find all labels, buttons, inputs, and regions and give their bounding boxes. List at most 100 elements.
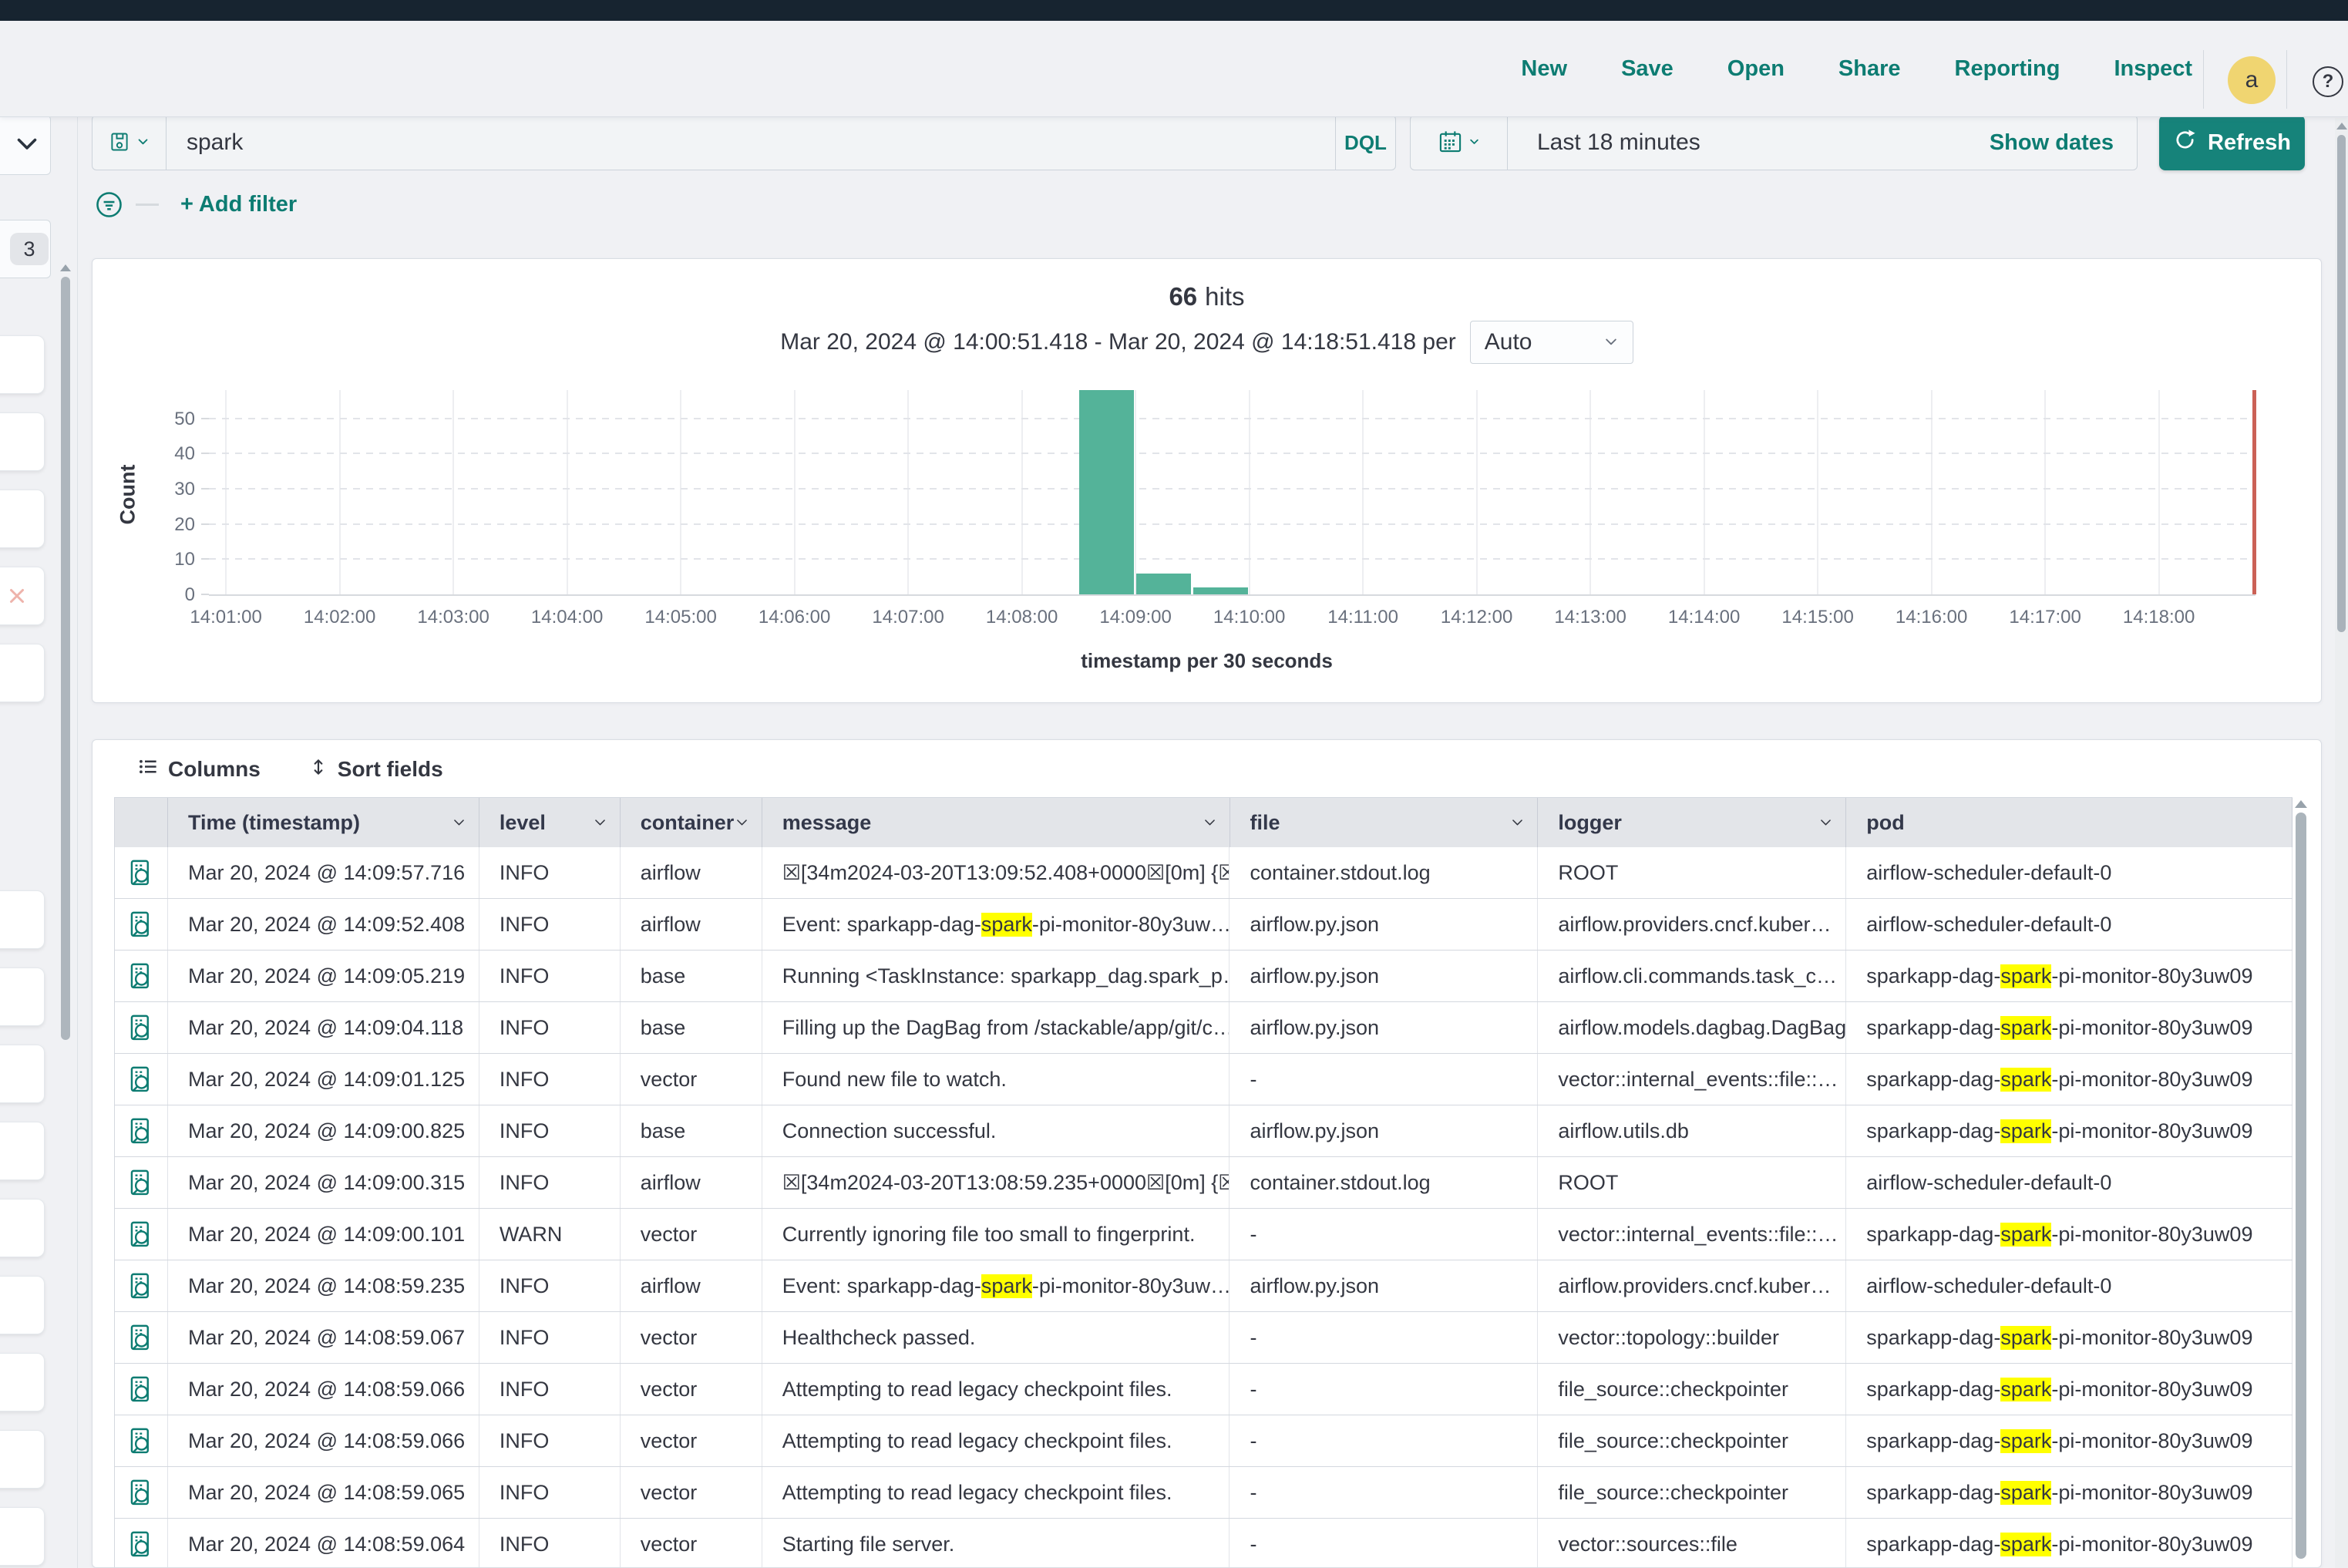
scroll-up-arrow-icon[interactable] bbox=[60, 264, 71, 271]
expand-row-icon[interactable] bbox=[126, 962, 155, 991]
expand-row-icon[interactable] bbox=[126, 1530, 155, 1559]
nav-save[interactable]: Save bbox=[1616, 56, 1678, 82]
field-card[interactable] bbox=[0, 1276, 45, 1334]
sidebar-collapse-button[interactable] bbox=[0, 116, 51, 175]
column-header-level[interactable]: level bbox=[479, 798, 621, 847]
expand-row-icon[interactable] bbox=[126, 1117, 155, 1146]
saved-query-menu-button[interactable] bbox=[93, 116, 167, 170]
cell-file: airflow.py.json bbox=[1230, 951, 1538, 1001]
cell-message: Event: sparkapp-dag-spark-pi-monitor-80y… bbox=[762, 1260, 1230, 1311]
field-card[interactable] bbox=[0, 967, 45, 1026]
expand-row-icon[interactable] bbox=[126, 1272, 155, 1300]
interval-select[interactable]: Auto bbox=[1470, 321, 1633, 364]
histogram-plot[interactable]: 14:01:0014:02:0014:03:0014:04:0014:05:00… bbox=[209, 390, 2255, 596]
field-card[interactable] bbox=[0, 1430, 45, 1489]
histogram-bar[interactable] bbox=[1193, 587, 1248, 594]
sidebar-scrollbar[interactable] bbox=[60, 264, 71, 1197]
expand-row-icon[interactable] bbox=[126, 910, 155, 939]
table-scrollbar[interactable] bbox=[2295, 800, 2307, 1563]
x-tick-label: 14:01:00 bbox=[172, 607, 280, 628]
x-gridline bbox=[1249, 390, 1250, 594]
refresh-button[interactable]: Refresh bbox=[2159, 115, 2305, 170]
nav-share[interactable]: Share bbox=[1834, 56, 1906, 82]
scrollbar-thumb[interactable] bbox=[61, 277, 70, 1040]
nav-open[interactable]: Open bbox=[1723, 56, 1789, 82]
nav-reporting[interactable]: Reporting bbox=[1950, 56, 2065, 82]
columns-button[interactable]: Columns bbox=[133, 755, 265, 783]
expand-row-icon[interactable] bbox=[126, 1324, 155, 1352]
cell-level: INFO bbox=[479, 1467, 621, 1518]
discover-page: NewSaveOpenShareReportingInspect a ? 3 bbox=[0, 0, 2348, 1568]
query-language-button[interactable]: DQL bbox=[1335, 116, 1395, 170]
page-scrollbar[interactable] bbox=[2335, 118, 2348, 1568]
cell-level: INFO bbox=[479, 1157, 621, 1208]
field-card[interactable] bbox=[0, 1199, 45, 1257]
field-card[interactable] bbox=[0, 1045, 45, 1103]
field-card[interactable] bbox=[0, 567, 45, 625]
column-header-file[interactable]: file bbox=[1230, 798, 1539, 847]
column-header-container[interactable]: container bbox=[621, 798, 762, 847]
close-icon[interactable] bbox=[5, 584, 29, 611]
search-highlight: spark bbox=[2000, 1481, 2051, 1505]
scroll-up-arrow-icon[interactable] bbox=[2295, 800, 2307, 808]
nav-inspect[interactable]: Inspect bbox=[2109, 56, 2197, 82]
expand-row-icon[interactable] bbox=[126, 1220, 155, 1249]
y-axis-title: Count bbox=[116, 449, 140, 541]
header-bar: New Save Open Share Reporting Inspect a ? bbox=[0, 21, 2348, 117]
y-tick-label: 10 bbox=[147, 549, 195, 570]
x-tick-label: 14:11:00 bbox=[1309, 607, 1417, 628]
field-card[interactable] bbox=[0, 412, 45, 471]
table-header-row: Time (timestamp)levelcontainermessagefil… bbox=[115, 798, 2292, 847]
column-header-message[interactable]: message bbox=[762, 798, 1230, 847]
chevron-down-icon bbox=[1203, 811, 1217, 835]
scroll-up-arrow-icon[interactable] bbox=[2336, 123, 2347, 130]
cell-pod: sparkapp-dag-spark-pi-monitor-80y3uw09 bbox=[1846, 1467, 2292, 1518]
expand-row-icon[interactable] bbox=[126, 1375, 155, 1404]
scrollbar-thumb[interactable] bbox=[2296, 813, 2306, 1559]
field-card[interactable] bbox=[0, 490, 45, 548]
column-header-time[interactable]: Time (timestamp) bbox=[168, 798, 479, 847]
y-tick-label: 0 bbox=[147, 584, 195, 606]
sort-fields-button[interactable]: Sort fields bbox=[304, 756, 448, 783]
row-control-cell bbox=[115, 1519, 168, 1568]
columns-label: Columns bbox=[168, 757, 261, 782]
chevron-down-icon bbox=[1818, 811, 1833, 835]
expand-row-icon[interactable] bbox=[126, 1065, 155, 1094]
time-range-button[interactable]: Last 18 minutes bbox=[1508, 116, 1985, 170]
help-icon[interactable]: ? bbox=[2313, 66, 2343, 97]
documents-table: Time (timestamp)levelcontainermessagefil… bbox=[114, 797, 2292, 1568]
expand-row-icon[interactable] bbox=[126, 1169, 155, 1197]
hits-number: 66 bbox=[1169, 282, 1197, 311]
field-card[interactable] bbox=[0, 1353, 45, 1412]
histogram-bar[interactable] bbox=[1136, 574, 1191, 594]
cell-container: vector bbox=[621, 1519, 762, 1568]
chevron-down-icon bbox=[452, 811, 466, 835]
expand-row-icon[interactable] bbox=[126, 1427, 155, 1455]
filter-icon[interactable] bbox=[95, 190, 123, 219]
cell-message: ☒[34m2024-03-20T13:09:52.408+0000☒[0m] {… bbox=[762, 847, 1230, 898]
expand-row-icon[interactable] bbox=[126, 1014, 155, 1042]
cell-pod: sparkapp-dag-spark-pi-monitor-80y3uw09 bbox=[1846, 1002, 2292, 1053]
expand-row-icon[interactable] bbox=[126, 859, 155, 887]
cell-level: INFO bbox=[479, 1260, 621, 1311]
column-header-logger[interactable]: logger bbox=[1538, 798, 1846, 847]
expand-row-icon[interactable] bbox=[126, 1479, 155, 1507]
search-input[interactable]: spark bbox=[167, 116, 1335, 170]
avatar[interactable]: a bbox=[2228, 56, 2276, 104]
date-quick-select-button[interactable] bbox=[1411, 116, 1508, 170]
field-card[interactable] bbox=[0, 335, 45, 394]
field-card[interactable] bbox=[0, 1507, 45, 1566]
field-card[interactable] bbox=[0, 1122, 45, 1180]
y-tick-mark bbox=[201, 488, 209, 490]
column-header-pod[interactable]: pod bbox=[1846, 798, 2292, 847]
histogram-bar[interactable] bbox=[1079, 390, 1134, 594]
field-card[interactable] bbox=[0, 890, 45, 949]
cell-time: Mar 20, 2024 @ 14:08:59.235 bbox=[168, 1260, 479, 1311]
show-dates-button[interactable]: Show dates bbox=[1985, 116, 2137, 170]
scrollbar-thumb[interactable] bbox=[2337, 135, 2346, 632]
add-filter-button[interactable]: + Add filter bbox=[176, 191, 301, 218]
columns-icon bbox=[138, 756, 159, 782]
chevron-down-icon bbox=[136, 135, 150, 150]
nav-new[interactable]: New bbox=[1516, 56, 1572, 82]
field-card[interactable] bbox=[0, 644, 45, 702]
